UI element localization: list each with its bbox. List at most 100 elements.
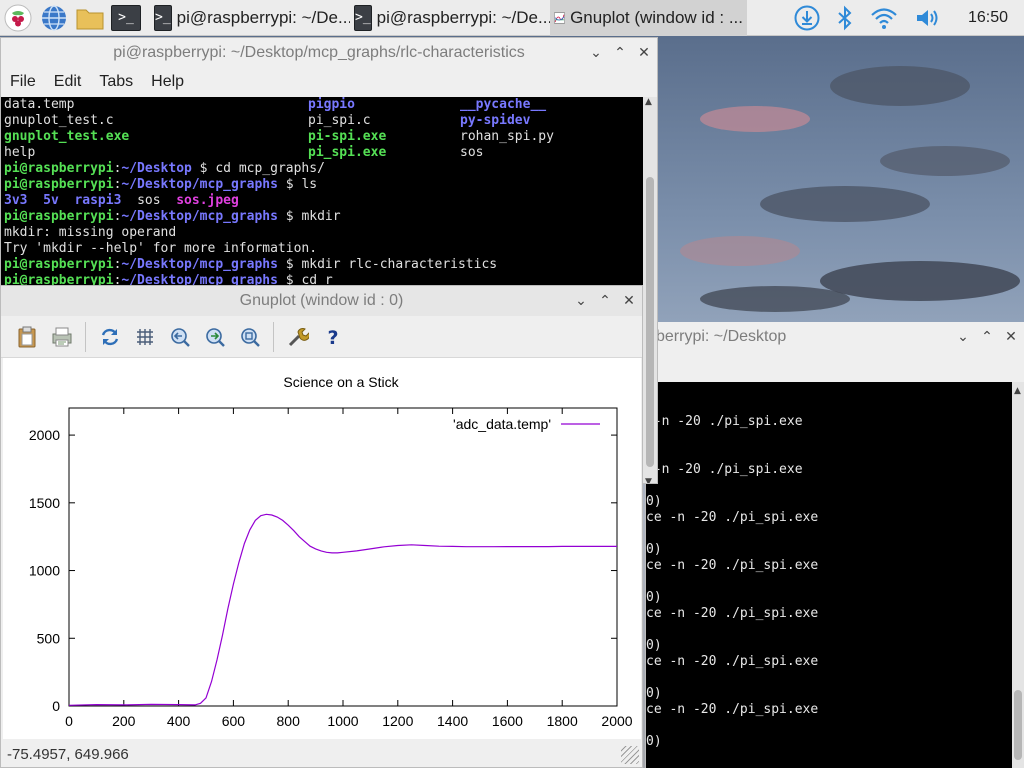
- dir-entry: pigpio: [308, 97, 355, 112]
- wallpaper-cloud: [820, 261, 1020, 301]
- task-label: pi@raspberrypi: ~/De...: [176, 7, 350, 27]
- line-chart[interactable]: Science on a Stick 0 200 400 600 800 1000 1200…: [3, 358, 641, 739]
- help-icon[interactable]: ?: [315, 320, 350, 354]
- svg-text:?: ?: [327, 327, 338, 348]
- web-browser-icon[interactable]: [36, 0, 72, 36]
- terminal-window-back[interactable]: berrypi: ~/Desktop ⌄ ⌃ ✕ -n -20 ./pi_spi…: [645, 322, 1024, 768]
- x-tick-label: 2000: [601, 713, 632, 729]
- listing-row: data.temp pigpio __pycache__: [4, 97, 644, 113]
- file-entry: sos: [137, 193, 161, 208]
- task-gnuplot[interactable]: Gnuplot (window id : ...: [550, 0, 747, 36]
- wallpaper-cloud: [830, 66, 970, 106]
- terminal-output[interactable]: -n -20 ./pi_spi.exe -n -20 ./pi_spi.exe 0…: [646, 382, 1013, 768]
- autoscale-icon[interactable]: [232, 320, 267, 354]
- exec-entry: pi-spi.exe: [308, 129, 387, 144]
- window-title: pi@raspberrypi: ~/Desktop/mcp_graphs/rlc…: [113, 44, 525, 61]
- prompt-line: pi@raspberrypi:~/Desktop/mcp_graphs $ ls: [4, 177, 318, 192]
- command-text: mkdir: [301, 209, 341, 224]
- x-tick-label: 1000: [327, 713, 358, 729]
- legend-label: 'adc_data.temp': [453, 416, 551, 432]
- gnuplot-window[interactable]: Gnuplot (window id : 0) ⌄ ⌃ ✕ ? Science …: [0, 285, 643, 768]
- prompt-dir: ~/Desktop/mcp_graphs: [121, 257, 278, 272]
- status-bar: -75.4957, 649.966: [1, 739, 642, 767]
- wallpaper-cloud: [700, 106, 810, 132]
- hint-line: Try 'mkdir --help' for more information.: [4, 241, 318, 256]
- resize-grip[interactable]: [621, 746, 639, 764]
- error-line: mkdir: missing operand: [4, 225, 177, 240]
- terminal-launcher-icon[interactable]: >_: [108, 0, 144, 36]
- file-entry: pi_spi.c: [308, 113, 371, 128]
- chart-legend: 'adc_data.temp': [453, 416, 600, 432]
- task-label: pi@raspberrypi: ~/De...: [376, 7, 550, 27]
- x-tick-label: 800: [277, 713, 301, 729]
- config-icon[interactable]: [280, 320, 315, 354]
- file-manager-icon[interactable]: [72, 0, 108, 36]
- minimize-icon[interactable]: ⌄: [572, 292, 590, 310]
- volume-icon[interactable]: [914, 6, 942, 30]
- toolbar-separator: [273, 321, 274, 352]
- x-tick-label: 1200: [382, 713, 413, 729]
- maximize-icon[interactable]: ⌃: [978, 328, 996, 346]
- grid-icon[interactable]: [127, 320, 162, 354]
- prompt-line: pi@raspberrypi:~/Desktop/mcp_graphs $ mk…: [4, 209, 341, 224]
- print-icon[interactable]: [44, 320, 79, 354]
- y-tick-label: 500: [37, 630, 61, 646]
- window-title: berrypi: ~/Desktop: [656, 328, 787, 345]
- listing-row: gnuplot_test.exe pi-spi.exe rohan_spi.py: [4, 129, 644, 145]
- minimize-icon[interactable]: ⌄: [587, 44, 605, 62]
- menu-edit[interactable]: Edit: [54, 73, 82, 91]
- minimize-icon[interactable]: ⌄: [954, 328, 972, 346]
- prompt-user: pi@raspberrypi: [4, 257, 114, 272]
- update-download-icon[interactable]: [794, 5, 820, 31]
- replot-icon[interactable]: [92, 320, 127, 354]
- terminal-line: 0): [646, 686, 662, 701]
- scrollbar[interactable]: ▲: [1012, 382, 1024, 768]
- close-icon[interactable]: ✕: [620, 292, 638, 310]
- exec-entry: gnuplot_test.exe: [4, 129, 130, 144]
- window-titlebar[interactable]: Gnuplot (window id : 0) ⌄ ⌃ ✕: [1, 286, 642, 316]
- maximize-icon[interactable]: ⌃: [611, 44, 629, 62]
- raspberry-menu-icon[interactable]: [0, 0, 36, 36]
- scrollbar[interactable]: ▲ ▼: [643, 97, 657, 483]
- listing-row: help pi_spi.exe sos: [4, 145, 644, 161]
- close-icon[interactable]: ✕: [635, 44, 653, 62]
- terminal-line: 0): [646, 638, 662, 653]
- x-tick-label: 400: [167, 713, 191, 729]
- image-entry: sos.jpeg: [176, 193, 239, 208]
- plot-border: [68, 407, 618, 707]
- dir-entry: __pycache__: [460, 97, 547, 112]
- exec-entry: pi_spi.exe: [308, 145, 387, 160]
- ls-output: 3v3 5v raspi3 sos sos.jpeg: [4, 193, 644, 209]
- clipboard-icon[interactable]: [9, 320, 44, 354]
- file-entry: sos: [460, 145, 484, 160]
- prompt-user: pi@raspberrypi: [4, 161, 114, 176]
- file-entry: rohan_spi.py: [460, 129, 554, 144]
- zoom-next-icon[interactable]: [197, 320, 232, 354]
- terminal-line: -n -20 ./pi_spi.exe: [646, 414, 803, 429]
- menu-tabs[interactable]: Tabs: [99, 73, 133, 91]
- terminal-icon: >_: [154, 4, 172, 31]
- x-tick-label: 200: [112, 713, 136, 729]
- task-terminal-2[interactable]: >_ pi@raspberrypi: ~/De...: [350, 0, 550, 36]
- wifi-icon[interactable]: [870, 6, 898, 30]
- close-icon[interactable]: ✕: [1002, 328, 1020, 346]
- zoom-previous-icon[interactable]: [162, 320, 197, 354]
- y-tick-label: 1000: [29, 563, 60, 579]
- maximize-icon[interactable]: ⌃: [596, 292, 614, 310]
- task-terminal-1[interactable]: >_ pi@raspberrypi: ~/De...: [150, 0, 350, 36]
- window-titlebar[interactable]: berrypi: ~/Desktop ⌄ ⌃ ✕: [646, 322, 1024, 352]
- file-entry: help: [4, 145, 36, 160]
- bluetooth-icon[interactable]: [836, 5, 854, 31]
- window-titlebar[interactable]: pi@raspberrypi: ~/Desktop/mcp_graphs/rlc…: [1, 38, 657, 68]
- plot-canvas[interactable]: Science on a Stick 0 200 400 600 800 1000 1200…: [3, 358, 641, 739]
- gnuplot-icon: [554, 12, 565, 23]
- menu-file[interactable]: File: [10, 73, 36, 91]
- command-text: mkdir rlc-characteristics: [301, 257, 498, 272]
- menu-help[interactable]: Help: [151, 73, 184, 91]
